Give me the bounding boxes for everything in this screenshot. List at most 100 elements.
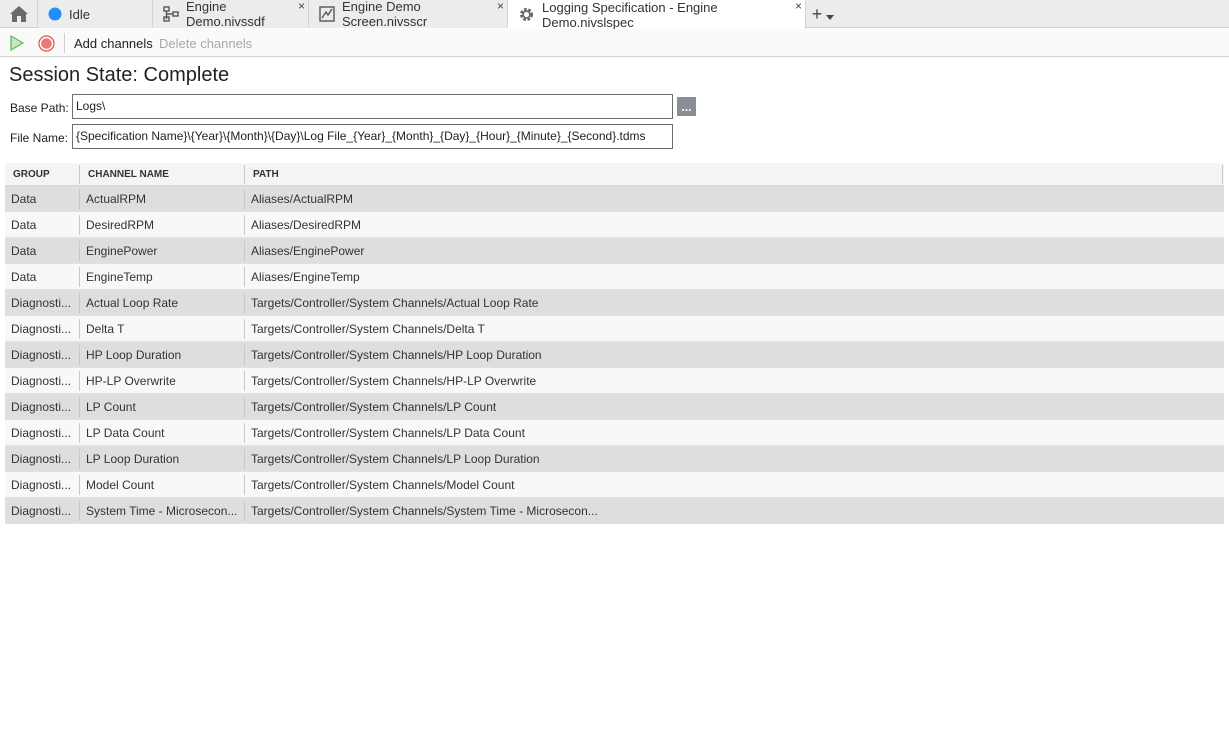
file-name-field[interactable]: {Specification Name}\{Year}\{Month}\{Day… [72,124,673,149]
home-button[interactable] [0,0,38,28]
tab-bar: Idle Engine Demo.nivssdf × Engine Demo S… [0,0,1229,30]
channel-name-cell: ActualRPM [86,191,147,206]
channel-name-cell: Actual Loop Rate [86,295,179,310]
tab-label: Engine Demo Screen.nivsscr [342,0,428,29]
cell-divider [244,241,245,261]
base-path-field[interactable]: Logs\ [72,94,673,119]
delete-channels-label: Delete channels [159,35,253,51]
column-header-group[interactable]: GROUP [5,163,80,186]
browse-button[interactable]: ... [677,97,696,116]
cell-divider [244,423,245,443]
group-cell: Diagnosti... [11,295,72,310]
cell-divider [79,215,80,235]
path-cell: Targets/Controller/System Channels/Actua… [251,295,539,310]
toolbar-separator [64,33,65,53]
table-row[interactable]: Data DesiredRPM Aliases/DesiredRPM [5,212,1224,238]
home-icon [9,6,28,22]
table-row[interactable]: Data EnginePower Aliases/EnginePower [5,238,1224,264]
tab-label: Logging Specification - Engine Demo.nivs… [542,0,718,30]
close-icon[interactable]: × [497,0,504,12]
add-channels-label: Add channels [74,35,153,51]
cell-divider [244,319,245,339]
tab-engine-demo-sdf[interactable]: Engine Demo.nivssdf × [153,0,309,29]
path-cell: Targets/Controller/System Channels/Delta… [251,321,485,336]
delete-channels-button[interactable]: Delete channels [159,33,252,53]
path-cell: Targets/Controller/System Channels/LP Da… [251,425,525,440]
group-cell: Diagnosti... [11,451,72,466]
status-circle-icon [48,7,62,21]
path-cell: Targets/Controller/System Channels/Model… [251,477,515,492]
close-icon[interactable]: × [795,0,802,12]
path-cell: Aliases/DesiredRPM [251,217,362,232]
channel-name-cell: EngineTemp [86,269,153,284]
tab-logging-specification[interactable]: Logging Specification - Engine Demo.nivs… [508,0,806,30]
path-cell: Targets/Controller/System Channels/HP-LP… [251,373,537,388]
group-cell: Diagnosti... [11,347,72,362]
channel-name-cell: Model Count [86,477,155,492]
system-definition-icon [163,6,179,22]
table-row[interactable]: Data EngineTemp Aliases/EngineTemp [5,264,1224,290]
screen-icon [319,6,335,22]
channel-table: GROUP CHANNEL NAME PATH Data ActualRPM Ali… [5,163,1224,524]
cell-divider [244,501,245,521]
cell-divider [244,189,245,209]
table-row[interactable]: Diagnosti... Model Count Targets/Controlle… [5,472,1224,498]
group-cell: Diagnosti... [11,477,72,492]
table-row[interactable]: Diagnosti... Delta T Targets/Controller/Sy… [5,316,1224,342]
path-cell: Targets/Controller/System Channels/LP Lo… [251,451,540,466]
close-icon[interactable]: × [298,0,305,12]
path-cell: Targets/Controller/System Channels/Syste… [251,503,598,518]
channel-name-cell: LP Loop Duration [86,451,180,466]
stop-button[interactable] [38,33,55,53]
session-state-title: Session State: Complete [9,64,230,86]
group-cell: Data [11,269,37,284]
group-cell: Data [11,191,37,206]
table-row[interactable]: Diagnosti... HP-LP Overwrite Targets/Contr… [5,368,1224,394]
table-row[interactable]: Data ActualRPM Aliases/ActualRPM [5,186,1224,212]
cell-divider [79,501,80,521]
add-tab-button[interactable]: + [806,0,840,28]
table-row[interactable]: Diagnosti... LP Count Targets/Controller/S… [5,394,1224,420]
cell-divider [79,475,80,495]
stop-icon [38,34,55,52]
cell-divider [79,397,80,417]
tab-label: Engine Demo.nivssdf [186,0,265,29]
plus-icon: + [811,3,823,24]
chevron-down-icon [826,15,835,20]
column-header-channel-name[interactable]: CHANNEL NAME [80,163,245,186]
run-button[interactable] [9,33,25,53]
base-path-label: Base Path: [10,101,69,115]
group-cell: Diagnosti... [11,399,72,414]
add-channels-button[interactable]: Add channels [74,33,153,53]
group-cell: Diagnosti... [11,425,72,440]
file-name-label: File Name: [10,131,69,145]
table-row[interactable]: Diagnosti... LP Loop Duration Targets/Cont… [5,446,1224,472]
cell-divider [79,293,80,313]
table-row[interactable]: Diagnosti... System Time - Microsecon... T… [5,498,1224,524]
channel-name-cell: EnginePower [86,243,158,258]
toolbar: Add channels Delete channels [0,29,1229,57]
cell-divider [79,319,80,339]
channel-name-cell: DesiredRPM [86,217,155,232]
cell-divider [79,241,80,261]
table-row[interactable]: Diagnosti... HP Loop Duration Targets/Cont… [5,342,1224,368]
table-body: Data ActualRPM Aliases/ActualRPM Data Desire… [5,186,1224,524]
column-header-path[interactable]: PATH [245,163,1220,186]
cell-divider [244,371,245,391]
column-divider[interactable] [1222,165,1223,184]
path-cell: Aliases/EngineTemp [251,269,360,284]
gear-icon [518,6,535,23]
cell-divider [79,267,80,287]
tab-idle[interactable]: Idle [38,0,153,28]
table-row[interactable]: Diagnosti... LP Data Count Targets/Control… [5,420,1224,446]
path-cell: Targets/Controller/System Channels/HP Lo… [251,347,542,362]
channel-name-cell: LP Count [86,399,136,414]
cell-divider [244,397,245,417]
cell-divider [79,423,80,443]
cell-divider [244,267,245,287]
tab-engine-demo-screen[interactable]: Engine Demo Screen.nivsscr × [309,0,508,29]
table-row[interactable]: Diagnosti... Actual Loop Rate Targets/Cont… [5,290,1224,316]
group-cell: Diagnosti... [11,373,72,388]
group-cell: Data [11,217,37,232]
channel-name-cell: LP Data Count [86,425,165,440]
